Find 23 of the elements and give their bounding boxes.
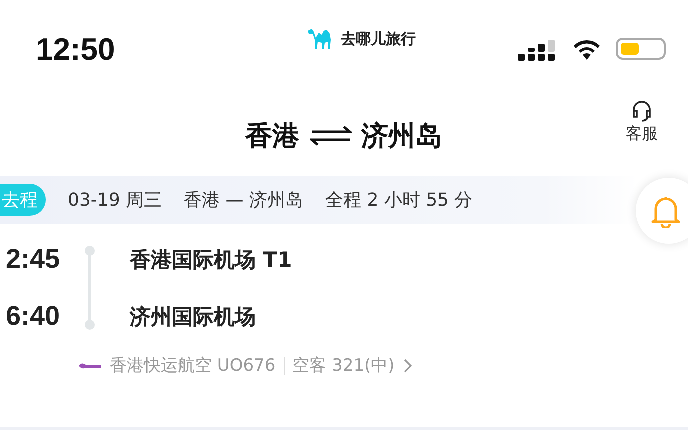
airline-logo-icon <box>78 362 102 370</box>
trip-route: 香港 — 济州岛 <box>184 189 304 212</box>
brand-name: 去哪儿旅行 <box>341 30 416 48</box>
airport-name: 济州国际机场 <box>128 304 257 330</box>
notification-button[interactable] <box>636 178 688 244</box>
destination-city: 济州岛 <box>362 120 442 154</box>
trip-duration: 全程 2 小时 55 分 <box>325 189 473 212</box>
airport-name: 香港国际机场 T1 <box>129 246 294 274</box>
outbound-tag: 去程 <box>0 184 46 216</box>
swap-arrows-icon <box>310 126 352 146</box>
chevron-right-icon[interactable] <box>402 358 413 372</box>
customer-service-button[interactable]: 客服 <box>626 100 658 145</box>
clock-time: 12:50 <box>36 32 116 68</box>
flight-time: 2:45 <box>4 244 60 275</box>
wifi-icon <box>572 38 602 60</box>
origin-city: 香港 <box>246 120 300 154</box>
flight-time: 6:40 <box>4 301 60 332</box>
aircraft-type: 空客 321(中) <box>292 355 395 377</box>
battery-icon <box>616 38 666 60</box>
bell-icon <box>650 194 682 228</box>
airline-flight: 香港快运航空 UO676 <box>110 355 276 377</box>
headset-icon <box>630 100 654 122</box>
trip-date: 03-19 周三 <box>68 189 162 212</box>
